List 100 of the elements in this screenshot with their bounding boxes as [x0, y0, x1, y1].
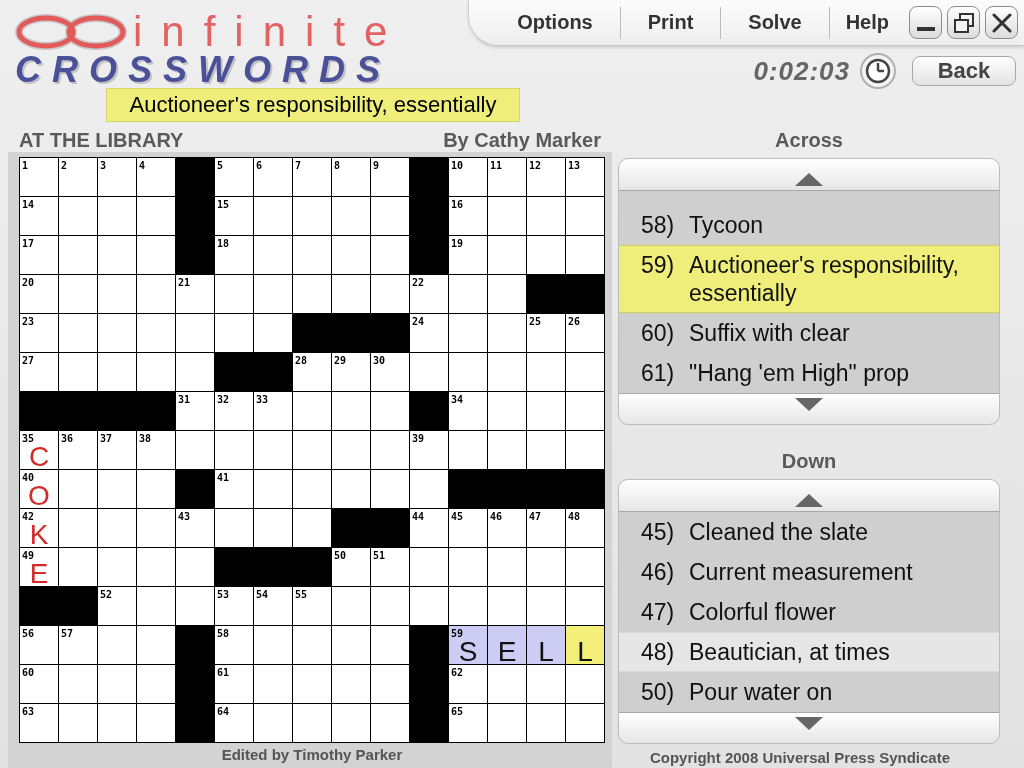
crossword-square[interactable] [410, 353, 449, 392]
crossword-square[interactable] [59, 314, 98, 353]
crossword-square[interactable] [137, 665, 176, 704]
crossword-square[interactable]: 36 [59, 431, 98, 470]
crossword-square[interactable]: L [566, 626, 605, 665]
crossword-square[interactable] [371, 704, 410, 743]
crossword-square[interactable] [410, 548, 449, 587]
crossword-square[interactable] [332, 392, 371, 431]
crossword-square[interactable]: 33 [254, 392, 293, 431]
crossword-square[interactable] [527, 197, 566, 236]
crossword-square[interactable]: 63 [20, 704, 59, 743]
crossword-square[interactable] [371, 587, 410, 626]
crossword-square[interactable] [449, 431, 488, 470]
crossword-square[interactable] [332, 587, 371, 626]
crossword-square[interactable] [488, 587, 527, 626]
crossword-square[interactable] [137, 587, 176, 626]
crossword-square[interactable] [527, 548, 566, 587]
crossword-square[interactable]: 55 [293, 587, 332, 626]
crossword-square[interactable]: 17 [20, 236, 59, 275]
crossword-square[interactable] [98, 626, 137, 665]
crossword-square[interactable] [371, 275, 410, 314]
crossword-square[interactable] [137, 548, 176, 587]
crossword-square[interactable] [449, 275, 488, 314]
close-button[interactable] [985, 6, 1018, 39]
crossword-square[interactable]: 29 [332, 353, 371, 392]
crossword-square[interactable]: 65 [449, 704, 488, 743]
crossword-square[interactable] [566, 197, 605, 236]
crossword-square[interactable] [527, 704, 566, 743]
crossword-square[interactable]: 43 [176, 509, 215, 548]
crossword-square[interactable] [566, 353, 605, 392]
crossword-square[interactable] [527, 236, 566, 275]
crossword-square[interactable] [371, 470, 410, 509]
crossword-square[interactable]: 58 [215, 626, 254, 665]
clock-icon[interactable] [860, 53, 896, 89]
crossword-square[interactable]: 35 C [20, 431, 59, 470]
crossword-square[interactable]: 9 [371, 158, 410, 197]
crossword-square[interactable] [98, 353, 137, 392]
crossword-square[interactable] [137, 314, 176, 353]
crossword-square[interactable] [59, 353, 98, 392]
crossword-square[interactable] [488, 275, 527, 314]
crossword-square[interactable] [215, 314, 254, 353]
crossword-square[interactable]: 3 [98, 158, 137, 197]
crossword-square[interactable]: 11 [488, 158, 527, 197]
crossword-square[interactable]: 60 [20, 665, 59, 704]
crossword-square[interactable] [410, 470, 449, 509]
crossword-square[interactable] [254, 431, 293, 470]
crossword-square[interactable] [293, 509, 332, 548]
crossword-square[interactable] [488, 353, 527, 392]
crossword-square[interactable]: 57 [59, 626, 98, 665]
crossword-square[interactable]: 28 [293, 353, 332, 392]
crossword-square[interactable] [254, 509, 293, 548]
crossword-square[interactable] [293, 236, 332, 275]
crossword-square[interactable] [137, 470, 176, 509]
crossword-square[interactable] [59, 704, 98, 743]
crossword-square[interactable]: 25 [527, 314, 566, 353]
crossword-square[interactable] [137, 236, 176, 275]
crossword-square[interactable] [332, 197, 371, 236]
crossword-square[interactable] [98, 314, 137, 353]
crossword-square[interactable]: 62 [449, 665, 488, 704]
crossword-square[interactable] [59, 665, 98, 704]
crossword-square[interactable] [527, 431, 566, 470]
crossword-square[interactable]: 21 [176, 275, 215, 314]
crossword-square[interactable]: 2 [59, 158, 98, 197]
crossword-square[interactable]: 54 [254, 587, 293, 626]
crossword-square[interactable] [293, 275, 332, 314]
crossword-square[interactable] [566, 548, 605, 587]
crossword-square[interactable]: 8 [332, 158, 371, 197]
crossword-square[interactable]: 45 [449, 509, 488, 548]
crossword-square[interactable] [137, 509, 176, 548]
crossword-square[interactable] [254, 314, 293, 353]
crossword-square[interactable]: 13 [566, 158, 605, 197]
crossword-square[interactable] [98, 470, 137, 509]
crossword-square[interactable] [332, 431, 371, 470]
crossword-square[interactable] [176, 353, 215, 392]
crossword-square[interactable] [59, 509, 98, 548]
crossword-square[interactable] [215, 275, 254, 314]
crossword-square[interactable]: 50 [332, 548, 371, 587]
crossword-square[interactable] [449, 548, 488, 587]
crossword-square[interactable]: 37 [98, 431, 137, 470]
clue-item[interactable]: 48) Beautician, at times [619, 632, 999, 672]
crossword-square[interactable]: 51 [371, 548, 410, 587]
crossword-square[interactable] [332, 470, 371, 509]
crossword-square[interactable] [449, 587, 488, 626]
menu-item[interactable]: Print [619, 6, 721, 39]
crossword-square[interactable]: 30 [371, 353, 410, 392]
crossword-square[interactable] [215, 431, 254, 470]
crossword-square[interactable]: 34 [449, 392, 488, 431]
crossword-square[interactable] [566, 587, 605, 626]
crossword-square[interactable] [98, 704, 137, 743]
crossword-square[interactable]: 53 [215, 587, 254, 626]
minimize-button[interactable] [909, 6, 942, 39]
crossword-square[interactable] [98, 197, 137, 236]
menu-item[interactable]: Options [490, 6, 620, 39]
crossword-square[interactable] [488, 314, 527, 353]
crossword-square[interactable]: 5 [215, 158, 254, 197]
crossword-square[interactable] [254, 665, 293, 704]
crossword-square[interactable] [488, 704, 527, 743]
crossword-square[interactable]: 39 [410, 431, 449, 470]
crossword-square[interactable] [566, 665, 605, 704]
crossword-square[interactable] [566, 392, 605, 431]
